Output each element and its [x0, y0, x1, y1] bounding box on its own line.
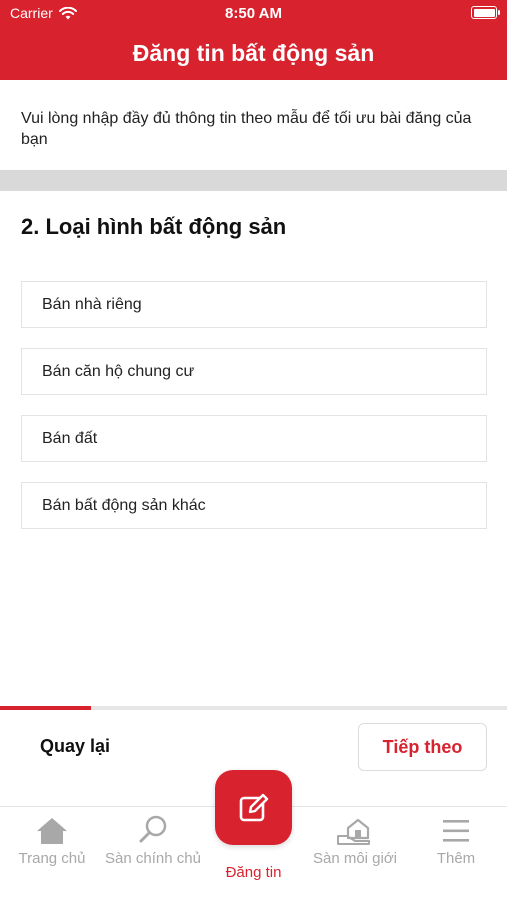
back-button[interactable]: Quay lại — [40, 736, 110, 757]
section-title: 2. Loại hình bất động sản — [21, 214, 287, 239]
progress-bar — [0, 706, 507, 710]
option-ban-dat[interactable]: Bán đất — [21, 415, 487, 462]
option-label: Bán căn hộ chung cư — [42, 362, 195, 380]
section-divider — [0, 170, 507, 191]
app-header: Carrier 8:50 AM Đăng tin bất động sản — [0, 0, 507, 80]
tab-label: Thêm — [436, 850, 476, 867]
intro-text: Vui lòng nhập đầy đủ thông tin theo mẫu … — [21, 110, 472, 148]
tab-dang-tin[interactable] — [215, 770, 292, 845]
search-icon — [139, 815, 167, 843]
option-ban-bds-khac[interactable]: Bán bất động sản khác — [21, 482, 487, 529]
tab-san-moi-gioi[interactable]: Sàn môi giới — [305, 814, 405, 868]
page-title: Đăng tin bất động sản — [132, 40, 375, 66]
tab-label: Trang chủ — [18, 850, 86, 867]
next-button[interactable]: Tiếp theo — [358, 723, 487, 771]
tab-label: Sàn chính chủ — [105, 850, 201, 867]
edit-icon — [239, 793, 268, 821]
option-label: Bán bất động sản khác — [42, 496, 206, 514]
broker-icon — [337, 818, 370, 845]
option-label: Bán nhà riêng — [42, 295, 142, 313]
option-ban-nha-rieng[interactable]: Bán nhà riêng — [21, 281, 487, 328]
home-icon — [37, 818, 67, 844]
tab-dang-tin-label[interactable]: Đăng tin — [195, 864, 312, 881]
menu-icon — [443, 820, 469, 842]
battery-icon — [471, 6, 500, 19]
tab-them[interactable]: Thêm — [406, 816, 506, 868]
option-label: Bán đất — [42, 429, 98, 447]
tab-label: Sàn môi giới — [312, 850, 398, 867]
progress-fill — [0, 706, 92, 710]
option-ban-can-ho-chung-cu[interactable]: Bán căn hộ chung cư — [21, 348, 487, 395]
status-bar: Carrier 8:50 AM — [0, 0, 507, 28]
tab-home[interactable]: Trang chủ — [2, 816, 102, 868]
tab-san-chinh-chu[interactable]: Sàn chính chủ — [103, 814, 203, 868]
status-time: 8:50 AM — [225, 5, 282, 22]
